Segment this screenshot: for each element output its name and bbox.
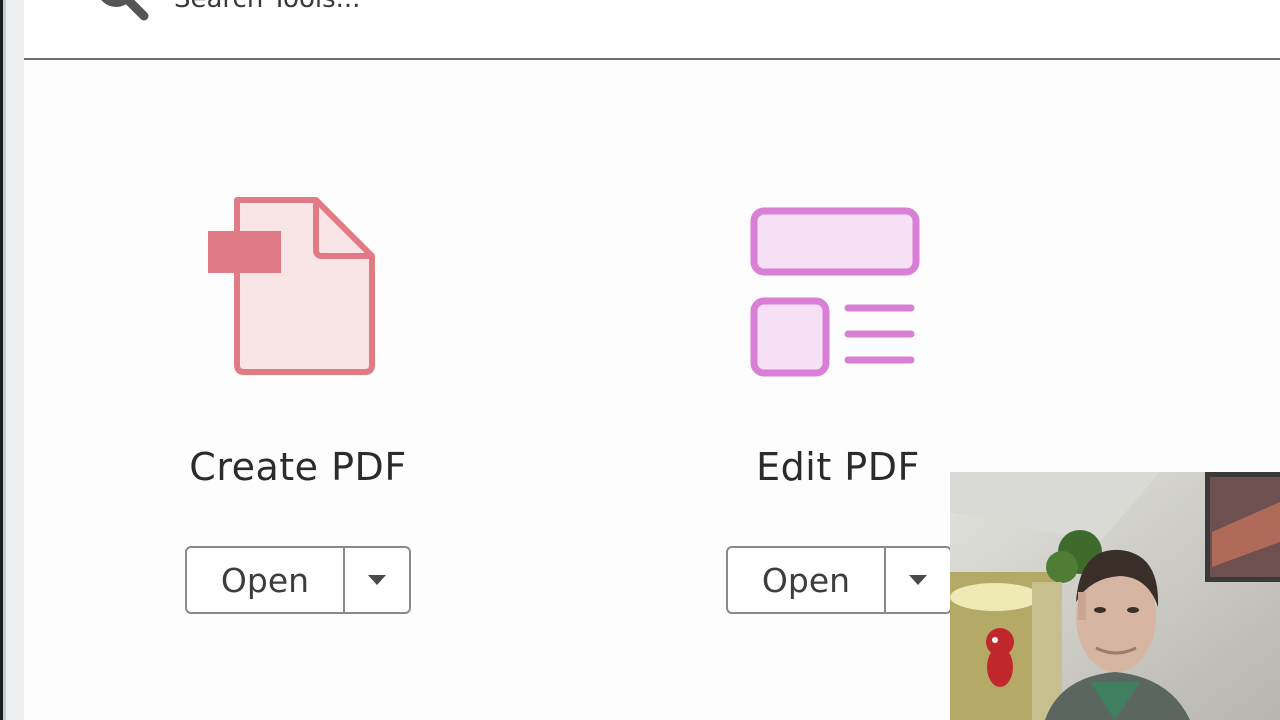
search-input[interactable] [174, 0, 674, 16]
more-options-button[interactable] [345, 548, 409, 612]
open-button[interactable]: Open [187, 548, 345, 612]
webcam-overlay [950, 472, 1280, 720]
more-options-button[interactable] [886, 548, 950, 612]
tool-card-create-pdf[interactable]: Create PDF Open [148, 180, 448, 640]
open-split-button: Open [185, 546, 411, 614]
chevron-down-icon [368, 575, 386, 585]
chevron-down-icon [909, 575, 927, 585]
edit-pdf-icon [750, 207, 920, 377]
search-icon[interactable] [88, 0, 150, 28]
tools-search-bar [24, 0, 1280, 60]
open-button[interactable]: Open [728, 548, 886, 612]
tool-title: Edit PDF [756, 445, 920, 489]
tool-card-edit-pdf[interactable]: Edit PDF Open [688, 180, 988, 640]
create-pdf-icon [208, 197, 375, 375]
tool-title: Create PDF [189, 445, 407, 489]
window-left-edge [0, 0, 24, 720]
app-window: Create PDF Open Edit PDF Open [0, 0, 1280, 720]
open-split-button: Open [726, 546, 952, 614]
webcam-video [950, 472, 1280, 720]
